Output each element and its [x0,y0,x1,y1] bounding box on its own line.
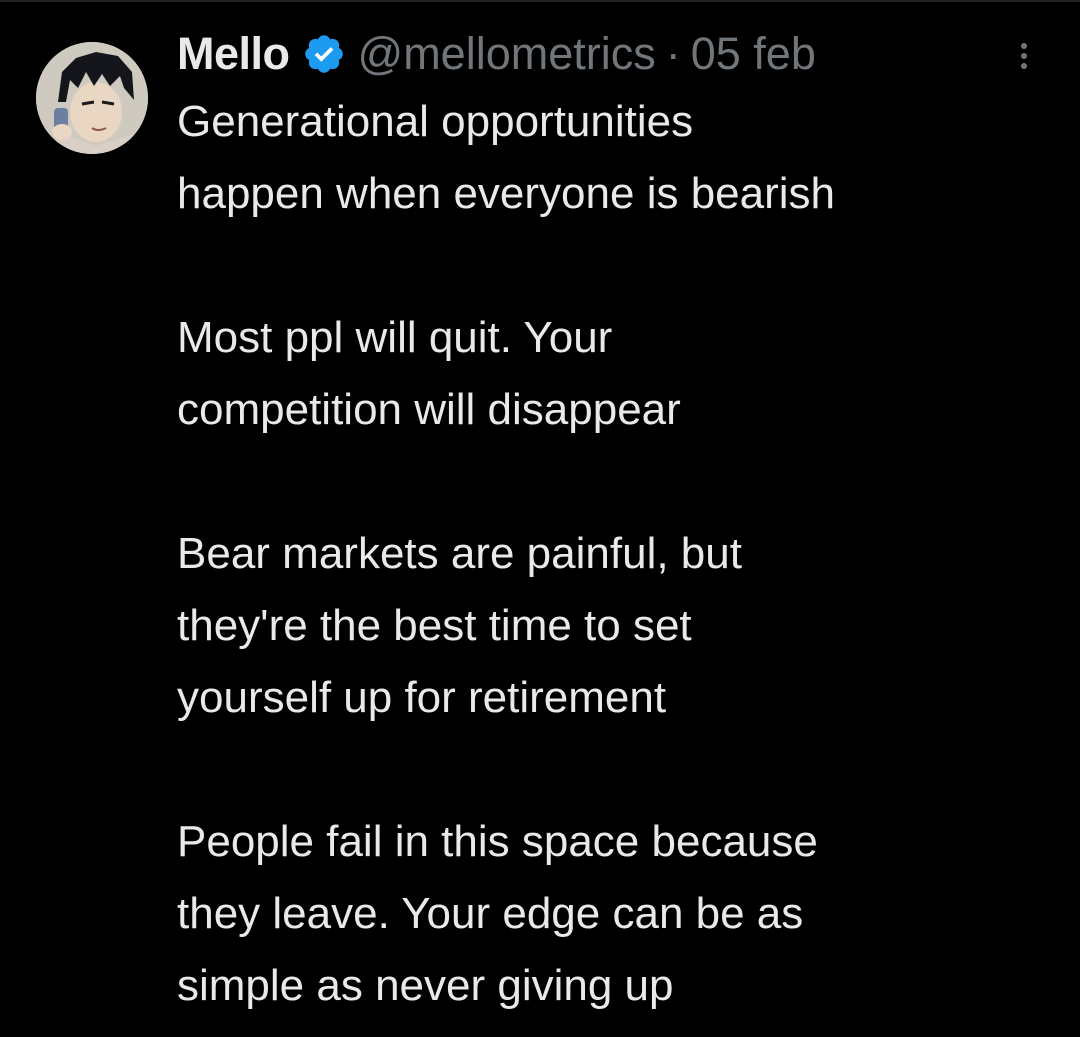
text-line: Bear markets are painful, but [177,529,742,578]
tweet-paragraph: Most ppl will quit. Your competition wil… [177,302,1057,446]
tweet-paragraph: Generational opportunities happen when e… [177,86,1057,230]
text-line: competition will disappear [177,385,681,434]
tweet-date[interactable]: 05 feb [691,28,816,80]
text-line: People fail in this space because [177,817,818,866]
tweet-paragraph: Bear markets are painful, but they're th… [177,518,1057,734]
verified-badge-icon[interactable] [302,32,346,76]
user-handle[interactable]: @mellometrics [358,28,656,80]
tweet-paragraph: People fail in this space because they l… [177,806,1057,1022]
more-options-icon[interactable] [1004,36,1044,76]
tweet-text: Generational opportunities happen when e… [177,86,1057,1022]
text-line: they're the best time to set [177,601,692,650]
text-line: simple as never giving up [177,961,674,1010]
text-line: yourself up for retirement [177,673,667,722]
text-line: Most ppl will quit. Your [177,313,613,362]
text-line: happen when everyone is bearish [177,169,836,218]
display-name[interactable]: Mello [177,28,290,80]
separator-dot: · [665,28,681,79]
tweet-header: Mello @mellometrics · 05 feb [177,22,816,86]
text-line: Generational opportunities [177,97,694,146]
tweet[interactable]: Mello @mellometrics · 05 feb Generationa… [0,0,1080,1037]
text-line: they leave. Your edge can be as [177,889,804,938]
profile-avatar[interactable] [36,42,148,154]
